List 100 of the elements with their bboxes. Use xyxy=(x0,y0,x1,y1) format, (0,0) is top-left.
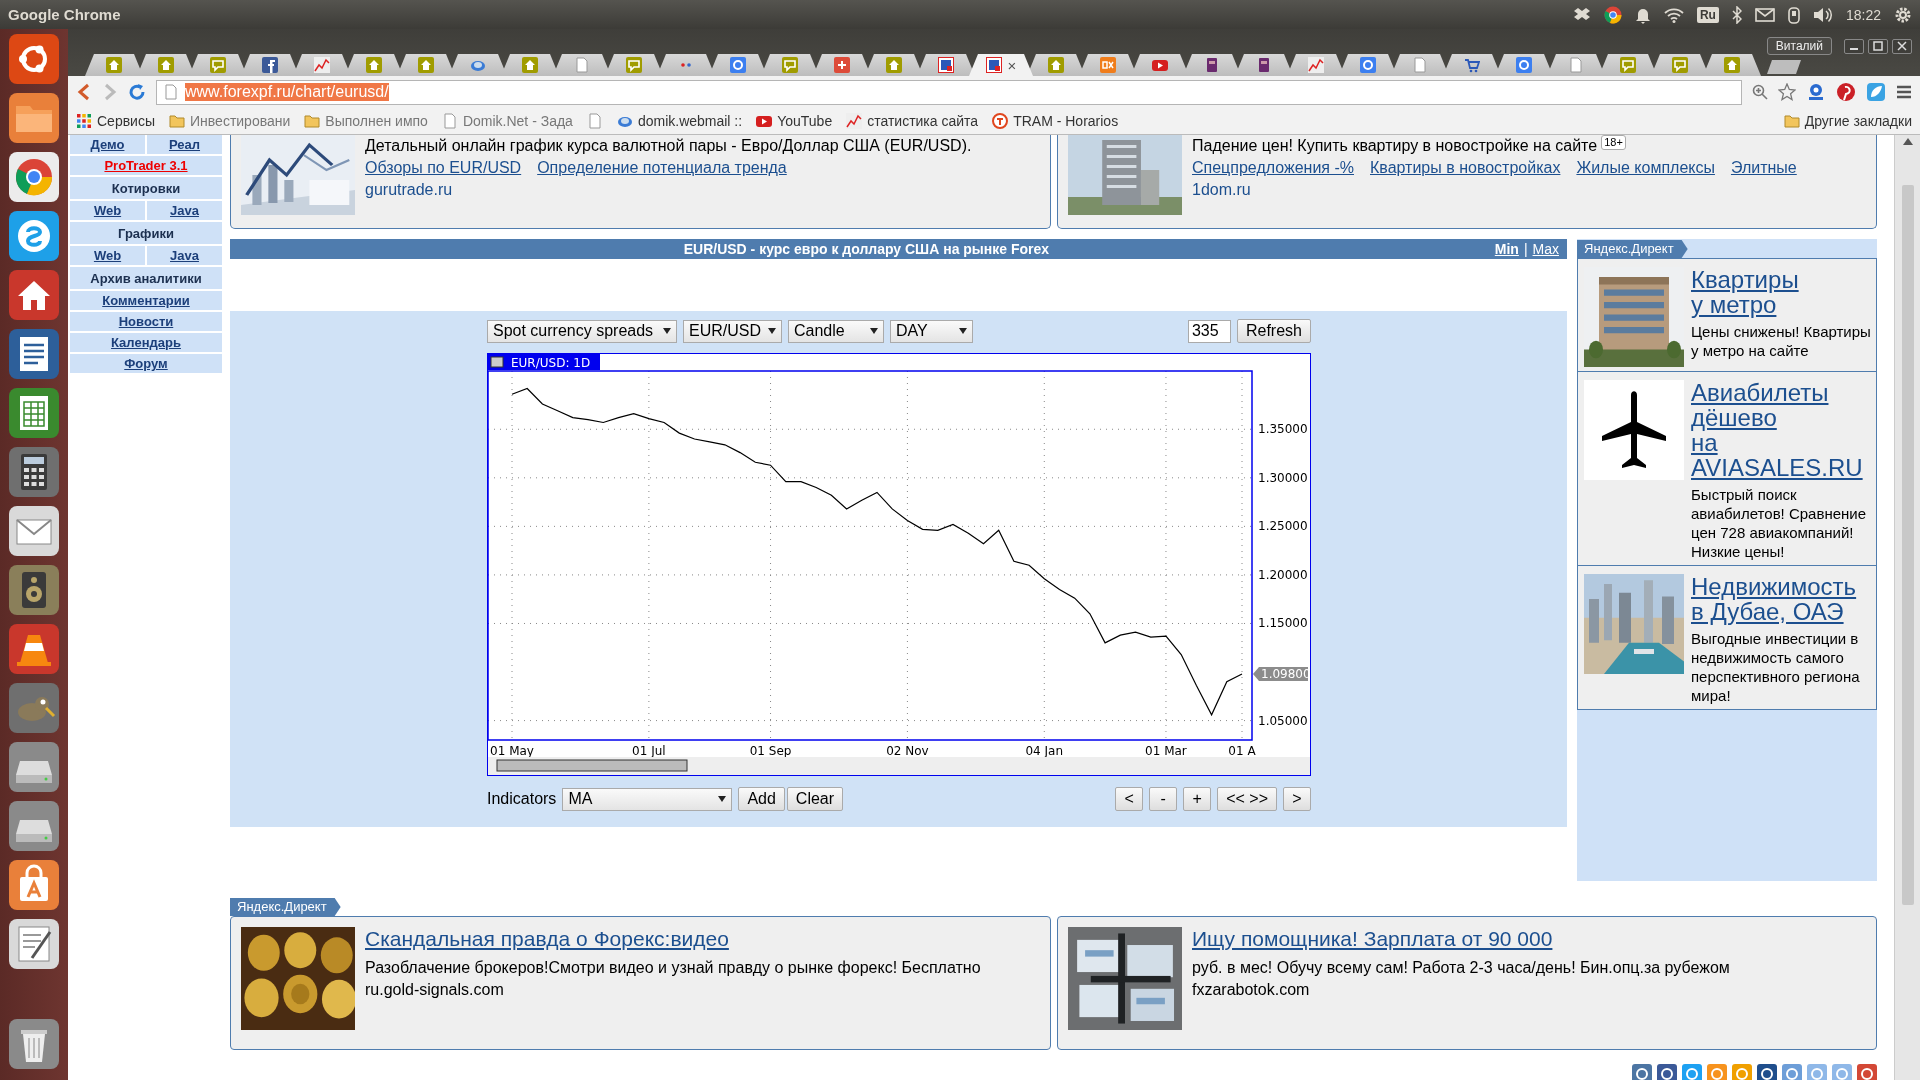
ubuntu-logo-icon[interactable] xyxy=(8,33,60,85)
zoom-icon[interactable] xyxy=(1752,84,1768,100)
share-icon[interactable] xyxy=(1657,1064,1677,1080)
dropdown[interactable]: Candle xyxy=(788,319,884,343)
indicator-button[interactable]: Clear xyxy=(786,787,844,811)
ad-domain[interactable]: fxzarabotok.com xyxy=(1192,979,1730,1001)
volume-icon[interactable] xyxy=(1812,5,1833,24)
menu-icon[interactable] xyxy=(1896,84,1912,100)
keyboard-layout-indicator[interactable]: Ru xyxy=(1696,6,1719,23)
ad-title-link[interactable]: Ищу помощника! Зарплата от 90 000 xyxy=(1192,927,1553,951)
share-icon[interactable] xyxy=(1857,1064,1877,1080)
caret-icon xyxy=(718,796,727,802)
axis-label: 1.05000 xyxy=(1258,713,1308,728)
maximize-button[interactable] xyxy=(1868,38,1888,54)
chart-title: EUR/USD: 1D xyxy=(511,356,591,370)
max-link[interactable]: Max xyxy=(1532,241,1559,257)
trash-icon[interactable] xyxy=(8,1018,60,1070)
chrome-icon[interactable] xyxy=(1603,5,1622,24)
bookmark[interactable]: Domik.Net - Зада xyxy=(441,113,573,129)
navigation-button[interactable]: - xyxy=(1149,787,1178,811)
bookmark[interactable]: Другие закладки xyxy=(1783,113,1912,129)
ad-link[interactable]: Элитные xyxy=(1730,157,1797,179)
bookmark[interactable]: Инвестировани xyxy=(169,113,291,129)
paint-icon[interactable] xyxy=(8,682,60,734)
chat-bubble-icon[interactable] xyxy=(8,210,60,262)
minimize-button[interactable] xyxy=(1844,38,1864,54)
profile-button[interactable]: Виталий xyxy=(1766,37,1832,55)
speech-bubble-icon xyxy=(626,57,642,73)
dropdown[interactable]: Spot currency spreads xyxy=(487,319,677,343)
ad-domain[interactable]: ru.gold-signals.com xyxy=(365,979,981,1001)
ad-link[interactable]: Спецпредложения -% xyxy=(1192,157,1354,179)
bluetooth-icon[interactable] xyxy=(1731,5,1742,24)
wifi-icon[interactable] xyxy=(1663,6,1684,23)
navigation-button[interactable]: + xyxy=(1183,787,1212,811)
ad-title-link[interactable]: Авиабилеты дёшево на AVIASALES.RU xyxy=(1691,380,1876,480)
scroll-up-icon[interactable] xyxy=(1902,137,1913,145)
browser-tab[interactable] xyxy=(1703,54,1761,76)
axis-label: 1.25000 xyxy=(1258,519,1308,534)
speaker-icon[interactable] xyxy=(8,564,60,616)
chart-title-tab: EUR/USD: 1D xyxy=(488,354,600,370)
ad-network-label: Яндекс.Директ xyxy=(230,898,341,916)
chrome-icon[interactable] xyxy=(8,151,60,203)
ad-domain[interactable]: gurutrade.ru xyxy=(365,181,453,198)
share-icon[interactable] xyxy=(1632,1064,1652,1080)
home-icon[interactable] xyxy=(8,269,60,321)
navigation-button[interactable]: > xyxy=(1283,787,1311,811)
spreadsheet-icon[interactable] xyxy=(8,387,60,439)
text-editor-icon[interactable] xyxy=(8,918,60,970)
chart-icon xyxy=(846,113,863,129)
dropdown[interactable]: EUR/USD xyxy=(683,319,782,343)
mail-icon[interactable] xyxy=(1754,7,1775,22)
ad-title-link[interactable]: Недвижимость в Дубае, ОАЭ xyxy=(1691,574,1876,624)
bookmark[interactable]: Сервисы xyxy=(76,113,155,129)
bookmark[interactable]: TRAM - Horarios xyxy=(992,113,1119,129)
back-icon[interactable] xyxy=(76,83,92,101)
browser-tab[interactable]: × xyxy=(969,54,1033,76)
ad-link[interactable]: Квартиры в новостройках xyxy=(1370,157,1561,179)
shopping-bag-icon[interactable] xyxy=(8,859,60,911)
axis-label: 1.15000 xyxy=(1258,616,1308,631)
play-icon xyxy=(756,113,773,129)
scrollbar-thumb[interactable] xyxy=(496,759,688,772)
axis-label: 01 A xyxy=(1228,744,1256,758)
star-icon[interactable] xyxy=(1778,83,1796,101)
envelope-icon[interactable] xyxy=(8,505,60,557)
bookmark[interactable]: статистика сайта xyxy=(846,113,979,129)
folder-icon[interactable] xyxy=(8,92,60,144)
bars-input[interactable]: 335 xyxy=(1187,319,1231,343)
ad-domain[interactable]: 1dom.ru xyxy=(1192,181,1251,198)
home-icon xyxy=(1048,57,1064,73)
clock[interactable]: 18:22 xyxy=(1845,6,1881,23)
dropdown[interactable]: DAY xyxy=(890,319,973,343)
min-link[interactable]: Min xyxy=(1494,241,1519,257)
close-button[interactable] xyxy=(1892,38,1912,54)
disk-drive-icon[interactable] xyxy=(8,800,60,852)
document-icon[interactable] xyxy=(8,328,60,380)
ad-link[interactable]: Жилые комплексы xyxy=(1576,157,1715,179)
dropdown[interactable]: MA xyxy=(562,787,733,811)
close-icon xyxy=(1897,41,1907,51)
ad-link[interactable]: Обзоры по EUR/USD xyxy=(365,157,522,179)
navigation-button[interactable]: < xyxy=(1115,787,1144,811)
settings-icon[interactable] xyxy=(1894,5,1912,24)
bookmark[interactable]: YouTube xyxy=(756,113,833,129)
caret-icon xyxy=(663,328,671,334)
traffic-cone-icon[interactable] xyxy=(8,623,60,675)
reload-icon[interactable] xyxy=(128,83,146,101)
close-icon[interactable]: × xyxy=(1007,56,1017,74)
share-icon[interactable] xyxy=(1757,1064,1777,1080)
ad-title-link[interactable]: Квартиры у метро xyxy=(1691,267,1876,317)
bookmark[interactable]: domik.webmail :: xyxy=(616,113,743,129)
calculator-icon[interactable] xyxy=(8,446,60,498)
ad-link[interactable]: Определение потенциала тренда xyxy=(537,157,787,179)
navigation-button[interactable]: << >> xyxy=(1217,787,1277,811)
bookmark[interactable]: Выполнен импо xyxy=(304,113,428,129)
refresh-button[interactable]: Refresh xyxy=(1236,319,1311,343)
disk-drive-icon[interactable] xyxy=(8,741,60,793)
indicator-button[interactable]: Add xyxy=(738,787,785,811)
scrollbar-thumb[interactable] xyxy=(1901,185,1914,905)
caret-icon xyxy=(959,328,967,334)
ad-title-link[interactable]: Скандальная правда о Форекс:видео xyxy=(365,927,729,951)
new-tab-button[interactable] xyxy=(1767,60,1801,74)
